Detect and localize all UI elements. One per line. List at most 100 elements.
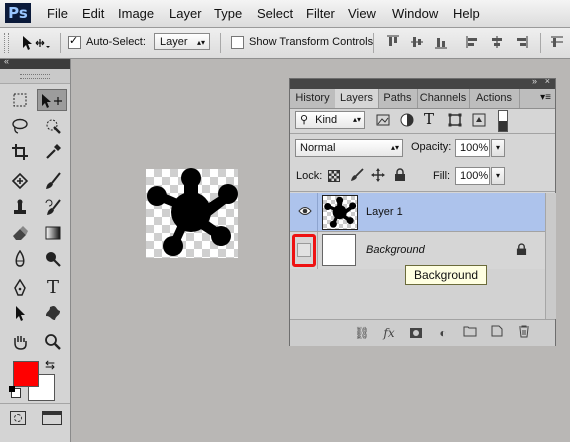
move-tool-icon[interactable]	[20, 34, 50, 52]
menu-help[interactable]: Help	[453, 0, 480, 27]
screen-mode-icon[interactable]	[42, 411, 62, 425]
auto-select-checkbox[interactable]	[68, 34, 81, 49]
filter-kind-value: Kind	[315, 114, 338, 126]
align-hcenter-icon[interactable]	[490, 35, 504, 49]
layers-scrollbar[interactable]	[545, 193, 556, 319]
align-vcenter-icon[interactable]	[410, 35, 424, 49]
filter-type-icon[interactable]: T	[424, 110, 434, 128]
clone-stamp-tool-icon[interactable]	[7, 197, 33, 219]
dropdown-arrows-icon: ▴▾	[390, 143, 399, 152]
filter-toggle-switch[interactable]	[498, 110, 508, 132]
lock-all-icon[interactable]	[394, 168, 406, 182]
delete-layer-icon[interactable]	[516, 325, 532, 341]
photoshop-logo: Ps	[5, 3, 31, 23]
tab-actions[interactable]: Actions	[469, 89, 520, 108]
collapse-arrows-icon[interactable]: «	[4, 56, 9, 66]
path-selection-tool-icon[interactable]	[7, 302, 33, 324]
show-transform-checkbox[interactable]	[231, 36, 244, 49]
zoom-tool-icon[interactable]	[40, 331, 66, 353]
blur-tool-icon[interactable]	[7, 248, 33, 270]
eraser-tool-icon[interactable]	[7, 222, 33, 244]
menu-image[interactable]: Image	[118, 0, 154, 27]
quick-mask-icon[interactable]	[10, 411, 26, 425]
align-left-icon[interactable]	[466, 35, 480, 49]
fill-slider-button[interactable]: ▾	[491, 167, 505, 185]
marquee-tool-icon[interactable]	[7, 89, 33, 111]
distribute-top-icon[interactable]	[550, 35, 564, 49]
blend-mode-dropdown[interactable]: Normal ▴▾	[295, 139, 403, 157]
layer-row-layer-1[interactable]: Layer 1	[290, 193, 545, 231]
gradient-tool-icon[interactable]	[40, 222, 66, 244]
dropdown-arrows-icon: ▴▾	[196, 38, 205, 47]
tools-panel: « T ⇆	[0, 56, 71, 442]
pen-tool-icon[interactable]	[7, 277, 33, 299]
filter-adjustment-icon[interactable]	[400, 113, 414, 127]
show-transform-label: Show Transform Controls	[249, 36, 374, 48]
tab-history[interactable]: History	[290, 89, 336, 108]
tooltip: Background	[405, 265, 488, 285]
menu-type[interactable]: Type	[214, 0, 242, 27]
type-tool-icon[interactable]: T	[40, 277, 66, 299]
lock-transparency-icon[interactable]	[328, 170, 340, 182]
layer-row-background[interactable]: Background	[290, 232, 545, 269]
tab-layers[interactable]: Layers	[335, 89, 379, 108]
menu-window[interactable]: Window	[392, 0, 438, 27]
menu-layer[interactable]: Layer	[169, 0, 202, 27]
fill-input[interactable]: 100%	[455, 167, 490, 185]
healing-brush-tool-icon[interactable]	[7, 170, 33, 192]
link-layers-icon[interactable]: ⛓	[354, 325, 370, 341]
tools-panel-header[interactable]: «	[0, 56, 70, 69]
add-mask-icon[interactable]	[408, 325, 424, 341]
layer-name: Layer 1	[366, 206, 403, 218]
fx-icon[interactable]: fx	[381, 325, 397, 341]
eye-visibility-icon[interactable]	[298, 206, 312, 216]
lasso-tool-icon[interactable]	[7, 115, 33, 137]
tab-paths[interactable]: Paths	[378, 89, 418, 108]
opacity-label: Opacity:	[411, 141, 452, 153]
filter-kind-dropdown[interactable]: ⚲ Kind ▴▾	[295, 111, 365, 129]
dodge-tool-icon[interactable]	[40, 248, 66, 270]
opacity-input[interactable]: 100%	[455, 139, 490, 157]
close-panel-icon[interactable]: ×	[545, 76, 550, 86]
move-tool-button[interactable]	[37, 89, 67, 111]
lock-pixels-icon[interactable]	[350, 168, 364, 182]
layers-panel-titlebar[interactable]: » ×	[290, 76, 555, 89]
swap-colors-icon[interactable]: ⇆	[45, 358, 55, 372]
lock-position-icon[interactable]	[371, 168, 385, 182]
brush-tool-icon[interactable]	[40, 170, 66, 192]
history-brush-tool-icon[interactable]	[40, 197, 66, 219]
filter-shape-icon[interactable]	[448, 113, 462, 127]
eyedropper-tool-icon[interactable]	[40, 141, 66, 163]
options-grip[interactable]	[4, 33, 9, 53]
align-top-icon[interactable]	[386, 35, 400, 49]
adjustment-layer-icon[interactable]: ◐	[435, 325, 451, 341]
opacity-slider-button[interactable]: ▾	[491, 139, 505, 157]
panel-menu-icon[interactable]: ▾≡	[540, 92, 551, 103]
new-layer-icon[interactable]	[489, 325, 505, 341]
layers-panel: » × History Layers Paths Channels Action…	[289, 76, 556, 346]
new-group-icon[interactable]	[462, 325, 478, 341]
collapse-panel-icon[interactable]: »	[532, 76, 537, 86]
align-right-icon[interactable]	[514, 35, 528, 49]
menu-edit[interactable]: Edit	[82, 0, 104, 27]
align-bottom-icon[interactable]	[434, 35, 448, 49]
filter-pixel-icon[interactable]	[376, 113, 390, 127]
tools-panel-grip[interactable]	[0, 69, 70, 84]
filter-smart-object-icon[interactable]	[472, 113, 486, 127]
menu-filter[interactable]: Filter	[306, 0, 335, 27]
visibility-toggle-empty[interactable]	[297, 243, 311, 257]
foreground-color-swatch[interactable]	[13, 361, 39, 387]
auto-select-target-value: Layer	[160, 36, 188, 48]
tab-channels[interactable]: Channels	[417, 89, 470, 108]
blend-mode-value: Normal	[300, 142, 336, 154]
menu-view[interactable]: View	[348, 0, 376, 27]
menu-select[interactable]: Select	[257, 0, 293, 27]
hand-tool-icon[interactable]	[7, 331, 33, 353]
default-colors-icon[interactable]	[9, 386, 21, 398]
custom-shape-tool-icon[interactable]	[40, 302, 66, 324]
quick-selection-tool-icon[interactable]	[40, 115, 66, 137]
layer-1-thumbnail	[322, 195, 358, 230]
crop-tool-icon[interactable]	[7, 141, 33, 163]
menu-file[interactable]: File	[47, 0, 68, 27]
auto-select-target-dropdown[interactable]: Layer ▴▾	[154, 33, 210, 50]
